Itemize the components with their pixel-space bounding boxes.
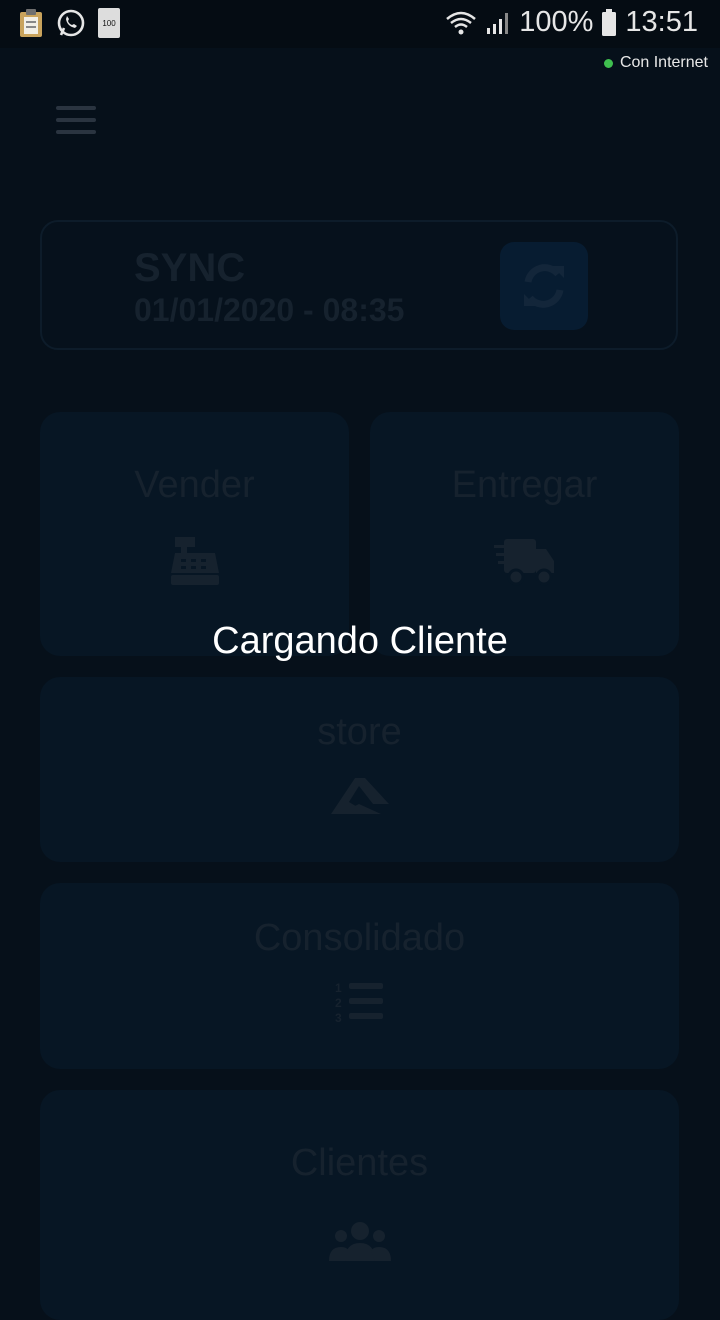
users-icon	[328, 1221, 391, 1266]
status-bar: 100 100% 13:51	[0, 0, 720, 48]
svg-text:1: 1	[335, 981, 342, 995]
cash-register-icon	[169, 537, 221, 592]
tile-vender[interactable]: Vender	[40, 412, 349, 656]
notification-icons: 100	[18, 8, 120, 38]
connection-dot-icon	[603, 58, 613, 68]
numbered-list-icon: 1 2 3	[335, 980, 385, 1029]
tile-store-label: store	[317, 711, 402, 753]
sync-date: 01/01/2020 - 08:35	[134, 292, 405, 328]
tile-vender-label: Vender	[134, 464, 255, 506]
tile-clientes-label: Clientes	[290, 1142, 429, 1184]
clock: 13:51	[625, 6, 698, 38]
tile-consolidado-label: Consolidado	[253, 917, 466, 959]
whatsapp-icon	[57, 9, 85, 37]
sync-button[interactable]	[500, 242, 588, 330]
sync-card: SYNC 01/01/2020 - 08:35	[40, 220, 678, 350]
hamburger-line	[56, 106, 96, 110]
store-logo-icon	[329, 774, 391, 823]
delivery-truck-icon	[493, 537, 556, 592]
tile-store[interactable]: store	[40, 677, 679, 862]
hamburger-line	[56, 130, 96, 134]
tile-consolidado[interactable]: Consolidado 1 2 3	[40, 883, 679, 1069]
hamburger-line	[56, 118, 96, 122]
svg-text:3: 3	[335, 1011, 342, 1024]
signal-icon	[487, 12, 509, 34]
refresh-icon	[524, 264, 564, 308]
menu-button[interactable]	[56, 106, 96, 136]
connection-status: Con Internet	[603, 54, 708, 72]
battery-saver-icon: 100	[98, 8, 120, 38]
connection-label: Con Internet	[619, 54, 708, 71]
clipboard-icon	[20, 9, 42, 37]
svg-text:2: 2	[335, 996, 342, 1010]
tile-entregar-label: Entregar	[451, 464, 598, 506]
tile-clientes[interactable]: Clientes	[40, 1090, 679, 1320]
battery-percent: 100%	[519, 6, 594, 38]
system-icons: 100% 13:51	[445, 6, 698, 39]
sync-title: SYNC	[134, 246, 246, 290]
tile-entregar[interactable]: Entregar	[370, 412, 679, 656]
battery-icon	[602, 8, 617, 36]
battery-saver-label: 100	[102, 18, 116, 28]
wifi-icon	[446, 11, 477, 34]
